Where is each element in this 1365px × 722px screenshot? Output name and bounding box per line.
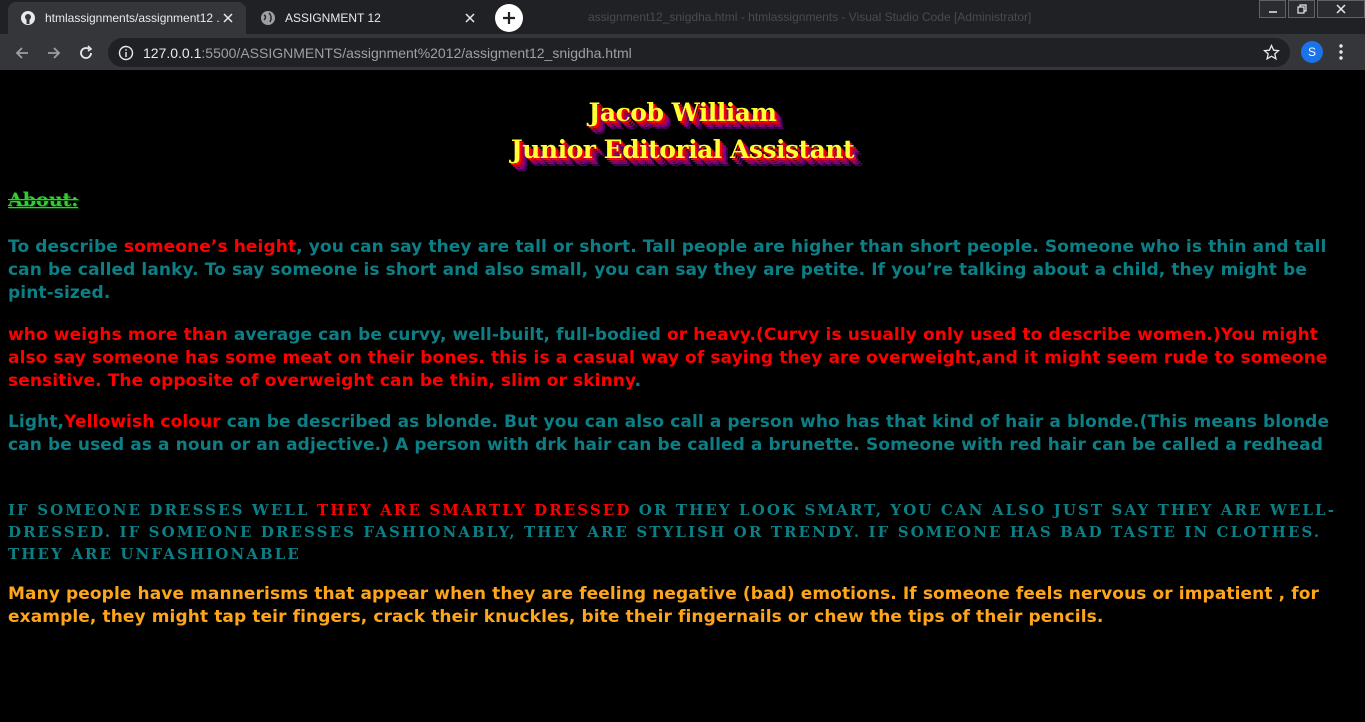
forward-button[interactable] bbox=[44, 43, 64, 63]
background-window-title: assignment12_snigdha.html - htmlassignme… bbox=[588, 10, 1032, 24]
tab-assignment-12[interactable]: ASSIGNMENT 12 bbox=[248, 2, 488, 34]
url-path: :5500/ASSIGNMENTS/assignment%2012/assigm… bbox=[201, 44, 632, 61]
paragraph-mannerisms: Many people have mannerisms that appear … bbox=[8, 584, 1319, 627]
close-tab-icon[interactable] bbox=[462, 10, 478, 26]
window-controls bbox=[1257, 0, 1365, 20]
paragraph-weight: who weighs more than average can be curv… bbox=[8, 324, 1358, 393]
highlight-span: average can be curvy, well-built, full-b… bbox=[233, 325, 661, 345]
globe-icon bbox=[260, 10, 276, 26]
restore-icon bbox=[1296, 4, 1307, 14]
text-span: Light, bbox=[8, 412, 65, 432]
heading-name: Jacob William bbox=[588, 98, 777, 127]
back-button[interactable] bbox=[12, 43, 32, 63]
text-span: To describe bbox=[8, 237, 124, 257]
plus-icon bbox=[503, 12, 515, 24]
about-label: About: bbox=[8, 189, 79, 211]
text-span: . bbox=[634, 371, 642, 391]
highlight-span: Yellowish colour bbox=[64, 412, 221, 432]
reload-button[interactable] bbox=[76, 43, 96, 63]
close-window-button[interactable] bbox=[1317, 0, 1365, 18]
tab-strip: htmlassignments/assignment12 ... ASSIGNM… bbox=[0, 0, 1365, 34]
paragraph-height: To describe someone’s height, you can sa… bbox=[8, 236, 1358, 305]
arrow-left-icon bbox=[15, 47, 28, 59]
page-heading: Jacob William Junior Editorial Assistant bbox=[0, 94, 1365, 168]
minimize-button[interactable] bbox=[1259, 0, 1286, 18]
address-bar[interactable]: 127.0.0.1:5500/ASSIGNMENTS/assignment%20… bbox=[108, 38, 1290, 67]
page-content: Jacob William Junior Editorial Assistant… bbox=[0, 72, 1365, 722]
url-host: 127.0.0.1 bbox=[143, 44, 202, 61]
reload-icon bbox=[80, 45, 93, 59]
text-span: If someone dresses well bbox=[8, 501, 317, 519]
github-icon bbox=[20, 10, 36, 26]
profile-avatar[interactable]: S bbox=[1301, 41, 1323, 63]
close-icon bbox=[1336, 4, 1346, 14]
paragraph-dress: If someone dresses well they are smartly… bbox=[8, 499, 1343, 565]
minimize-icon bbox=[1268, 11, 1277, 13]
restore-button[interactable] bbox=[1288, 0, 1315, 18]
info-icon[interactable] bbox=[118, 45, 134, 61]
tab-title: ASSIGNMENT 12 bbox=[285, 11, 381, 25]
highlight-span: someone’s height bbox=[123, 237, 297, 257]
tab-github[interactable]: htmlassignments/assignment12 ... bbox=[8, 2, 246, 34]
highlight-span: they are smartly dressed bbox=[316, 501, 632, 519]
tab-title: htmlassignments/assignment12 ... bbox=[45, 11, 220, 25]
paragraph-hair: Light,Yellowish colour can be described … bbox=[8, 411, 1358, 457]
new-tab-button[interactable] bbox=[495, 4, 523, 32]
kebab-menu-icon[interactable] bbox=[1336, 42, 1346, 62]
text-span: who weighs more than bbox=[8, 325, 234, 345]
bookmark-star-icon[interactable] bbox=[1263, 44, 1280, 61]
browser-toolbar: 127.0.0.1:5500/ASSIGNMENTS/assignment%20… bbox=[0, 34, 1365, 71]
close-tab-icon[interactable] bbox=[220, 10, 236, 26]
heading-role: Junior Editorial Assistant bbox=[510, 135, 855, 164]
arrow-right-icon bbox=[48, 47, 61, 59]
